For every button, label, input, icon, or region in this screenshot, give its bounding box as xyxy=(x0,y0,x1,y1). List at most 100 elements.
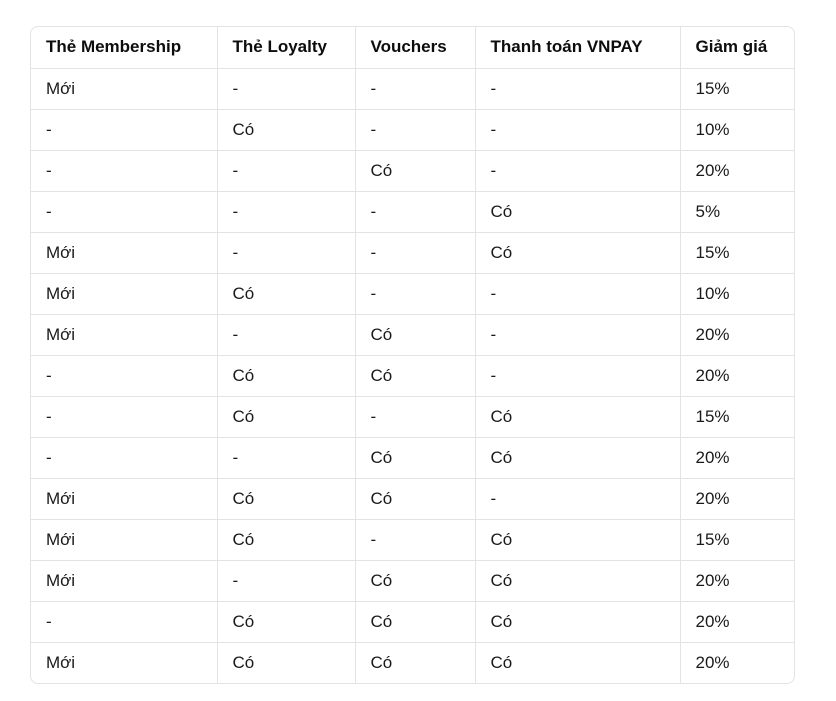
table-row: Mới - - -15% xyxy=(31,68,794,110)
cell-vouchers: - xyxy=(355,191,476,233)
cell-loyalty: Có xyxy=(217,109,356,151)
table-row: Mới Có Có Có 20% xyxy=(31,642,794,683)
cell-vnpay: Có xyxy=(475,601,681,643)
cell-vouchers: - xyxy=(355,273,476,315)
cell-membership: Mới xyxy=(31,232,218,274)
cell-vnpay: Có xyxy=(475,232,681,274)
cell-vouchers: Có xyxy=(355,150,476,192)
cell-loyalty: - xyxy=(217,560,356,602)
table-row: Mới - - Có 15% xyxy=(31,232,794,274)
table-row: Mới Có Có -20% xyxy=(31,478,794,520)
table-row: Mới - Có -20% xyxy=(31,314,794,356)
table-row: - Có - -10% xyxy=(31,109,794,151)
cell-vouchers: - xyxy=(355,109,476,151)
cell-membership: Mới xyxy=(31,560,218,602)
column-header-vouchers: Vouchers xyxy=(355,27,476,69)
cell-discount: 15% xyxy=(680,68,794,110)
cell-vnpay: Có xyxy=(475,560,681,602)
cell-discount: 10% xyxy=(680,109,794,151)
cell-loyalty: - xyxy=(217,314,356,356)
cell-membership: Mới xyxy=(31,642,218,683)
cell-loyalty: - xyxy=(217,150,356,192)
cell-vouchers: - xyxy=(355,232,476,274)
table-row: - Có Có -20% xyxy=(31,355,794,397)
table-row: - - Có -20% xyxy=(31,150,794,192)
table-row: - - Có Có 20% xyxy=(31,437,794,479)
cell-discount: 5% xyxy=(680,191,794,233)
cell-vouchers: - xyxy=(355,68,476,110)
cell-discount: 20% xyxy=(680,478,794,520)
cell-loyalty: Có xyxy=(217,478,356,520)
cell-loyalty: Có xyxy=(217,273,356,315)
cell-vnpay: - xyxy=(475,314,681,356)
cell-discount: 15% xyxy=(680,396,794,438)
cell-loyalty: - xyxy=(217,437,356,479)
cell-membership: - xyxy=(31,437,218,479)
cell-vnpay: Có xyxy=(475,519,681,561)
cell-membership: - xyxy=(31,396,218,438)
cell-vnpay: Có xyxy=(475,437,681,479)
cell-vnpay: - xyxy=(475,68,681,110)
discount-table-container: Thẻ Membership Thẻ Loyalty Vouchers Than… xyxy=(30,26,795,684)
table-header: Thẻ Membership Thẻ Loyalty Vouchers Than… xyxy=(31,27,794,69)
cell-discount: 20% xyxy=(680,314,794,356)
header-row: Thẻ Membership Thẻ Loyalty Vouchers Than… xyxy=(31,27,794,69)
cell-vnpay: - xyxy=(475,478,681,520)
cell-discount: 20% xyxy=(680,601,794,643)
cell-loyalty: - xyxy=(217,191,356,233)
cell-vouchers: - xyxy=(355,519,476,561)
table-row: Mới - Có Có 20% xyxy=(31,560,794,602)
cell-loyalty: Có xyxy=(217,519,356,561)
cell-membership: Mới xyxy=(31,519,218,561)
cell-discount: 20% xyxy=(680,150,794,192)
cell-vnpay: Có xyxy=(475,191,681,233)
cell-membership: Mới xyxy=(31,478,218,520)
cell-discount: 20% xyxy=(695,652,730,672)
cell-loyalty: Có xyxy=(217,642,356,683)
table-row: - - - Có 5% xyxy=(31,191,794,233)
table-row: Mới Có - Có 15% xyxy=(31,519,794,561)
cell-discount: 10% xyxy=(680,273,794,315)
cell-membership: Mới xyxy=(31,314,218,356)
discount-table: Thẻ Membership Thẻ Loyalty Vouchers Than… xyxy=(31,27,794,683)
cell-discount: 15% xyxy=(680,519,794,561)
table-row: - Có - Có 15% xyxy=(31,396,794,438)
cell-membership: Mới xyxy=(31,273,218,315)
column-header-membership: Thẻ Membership xyxy=(31,27,218,69)
cell-vouchers: - xyxy=(355,396,476,438)
cell-loyalty: Có xyxy=(217,355,356,397)
cell-vnpay: - xyxy=(475,355,681,397)
table-row: - Có Có Có 20% xyxy=(31,601,794,643)
cell-discount: 20% xyxy=(680,355,794,397)
table-row: Mới Có - -10% xyxy=(31,273,794,315)
cell-vnpay: - xyxy=(475,150,681,192)
cell-vouchers: Có xyxy=(355,601,476,643)
cell-discount: 20% xyxy=(680,437,794,479)
cell-vouchers: Có xyxy=(355,560,476,602)
cell-loyalty: Có xyxy=(217,396,356,438)
cell-membership: - xyxy=(31,191,218,233)
cell-membership: - xyxy=(31,601,218,643)
cell-discount: 20% xyxy=(680,560,794,602)
cell-vnpay: - xyxy=(475,273,681,315)
table-body: Mới - - -15% - Có - -10% - - Có -20% - - - Có 5% Mới - - Có 1… xyxy=(31,68,794,683)
column-header-vnpay: Thanh toán VNPAY xyxy=(475,27,681,69)
cell-vouchers: Có xyxy=(355,478,476,520)
cell-vouchers: Có xyxy=(355,314,476,356)
cell-vouchers: Có xyxy=(355,437,476,479)
cell-loyalty: - xyxy=(217,232,356,274)
cell-membership: - xyxy=(31,109,218,151)
column-header-discount: Giảm giá xyxy=(680,27,794,69)
cell-vnpay: Có xyxy=(475,396,681,438)
cell-vouchers: Có xyxy=(355,642,476,683)
cell-loyalty: - xyxy=(217,68,356,110)
cell-vnpay: - xyxy=(475,109,681,151)
column-header-loyalty: Thẻ Loyalty xyxy=(217,27,356,69)
cell-membership: - xyxy=(31,150,218,192)
cell-loyalty: Có xyxy=(217,601,356,643)
cell-vouchers: Có xyxy=(355,355,476,397)
cell-membership: - xyxy=(31,355,218,397)
cell-vnpay: Có xyxy=(475,642,681,683)
cell-discount: 15% xyxy=(680,232,794,274)
cell-membership: Mới xyxy=(31,68,218,110)
